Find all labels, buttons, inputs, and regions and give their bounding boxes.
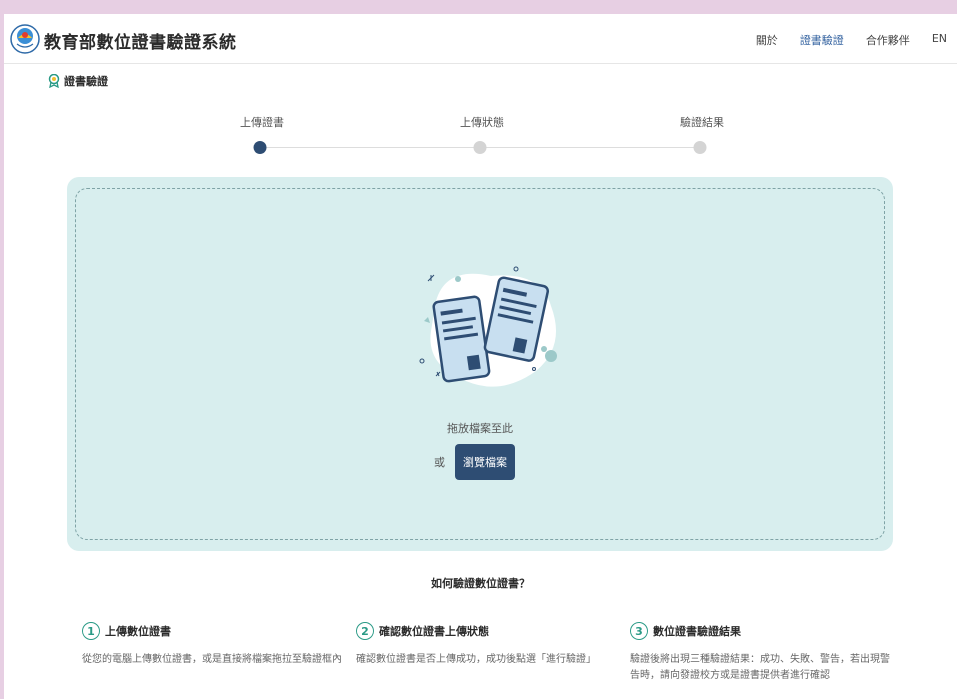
step-label-upload: 上傳證書 [240,116,284,129]
or-text: 或 [434,456,445,469]
browse-files-button[interactable]: 瀏覽檔案 [455,444,515,480]
howto-step-desc: 確認數位證書是否上傳成功，成功後點選「進行驗證」 [356,654,596,665]
step-number-badge: 1 [82,622,100,640]
howto-step-1: 1 上傳數位證書 從您的電腦上傳數位證書，或是直接將檔案拖拉至驗證框內 [82,622,342,668]
step-number-badge: 2 [356,622,374,640]
howto-step-3: 3 數位證書驗證結果 驗證後將出現三種驗證結果：成功、失敗、警告，若出現警告時，… [630,622,890,684]
browse-row: 或 瀏覽檔案 [434,444,515,480]
howto-step-title: 數位證書驗證結果 [653,625,741,638]
step-number-badge: 3 [630,622,648,640]
howto-step-2: 2 確認數位證書上傳狀態 確認數位證書是否上傳成功，成功後點選「進行驗證」 [356,622,616,668]
progress-steps: 上傳證書 上傳狀態 驗證結果 [4,14,957,174]
howto-title: 如何驗證數位證書？ [431,577,530,590]
howto-step-title: 上傳數位證書 [105,625,171,638]
step-label-status: 上傳狀態 [460,116,504,129]
howto-step-desc: 驗證後將出現三種驗證結果：成功、失敗、警告，若出現警告時，請向發證校方或是證書提… [630,654,890,681]
upload-dropzone[interactable]: 拖放檔案至此 或 瀏覽檔案 [67,177,893,551]
certificates-illustration-icon [419,266,557,387]
step-label-result: 驗證結果 [680,116,724,129]
step-dot-upload [253,141,267,154]
step-dot-status [473,141,487,154]
howto-step-title: 確認數位證書上傳狀態 [379,625,489,638]
dropzone-border: 拖放檔案至此 或 瀏覽檔案 [75,188,885,540]
step-dot-result [693,141,707,154]
howto-step-desc: 從您的電腦上傳數位證書，或是直接將檔案拖拉至驗證框內 [82,654,342,665]
drop-hint-text: 拖放檔案至此 [447,422,513,435]
page: 教育部數位證書驗證系統 關於 證書驗證 合作夥伴 EN 證書驗證 上傳證書 上傳… [4,14,957,699]
